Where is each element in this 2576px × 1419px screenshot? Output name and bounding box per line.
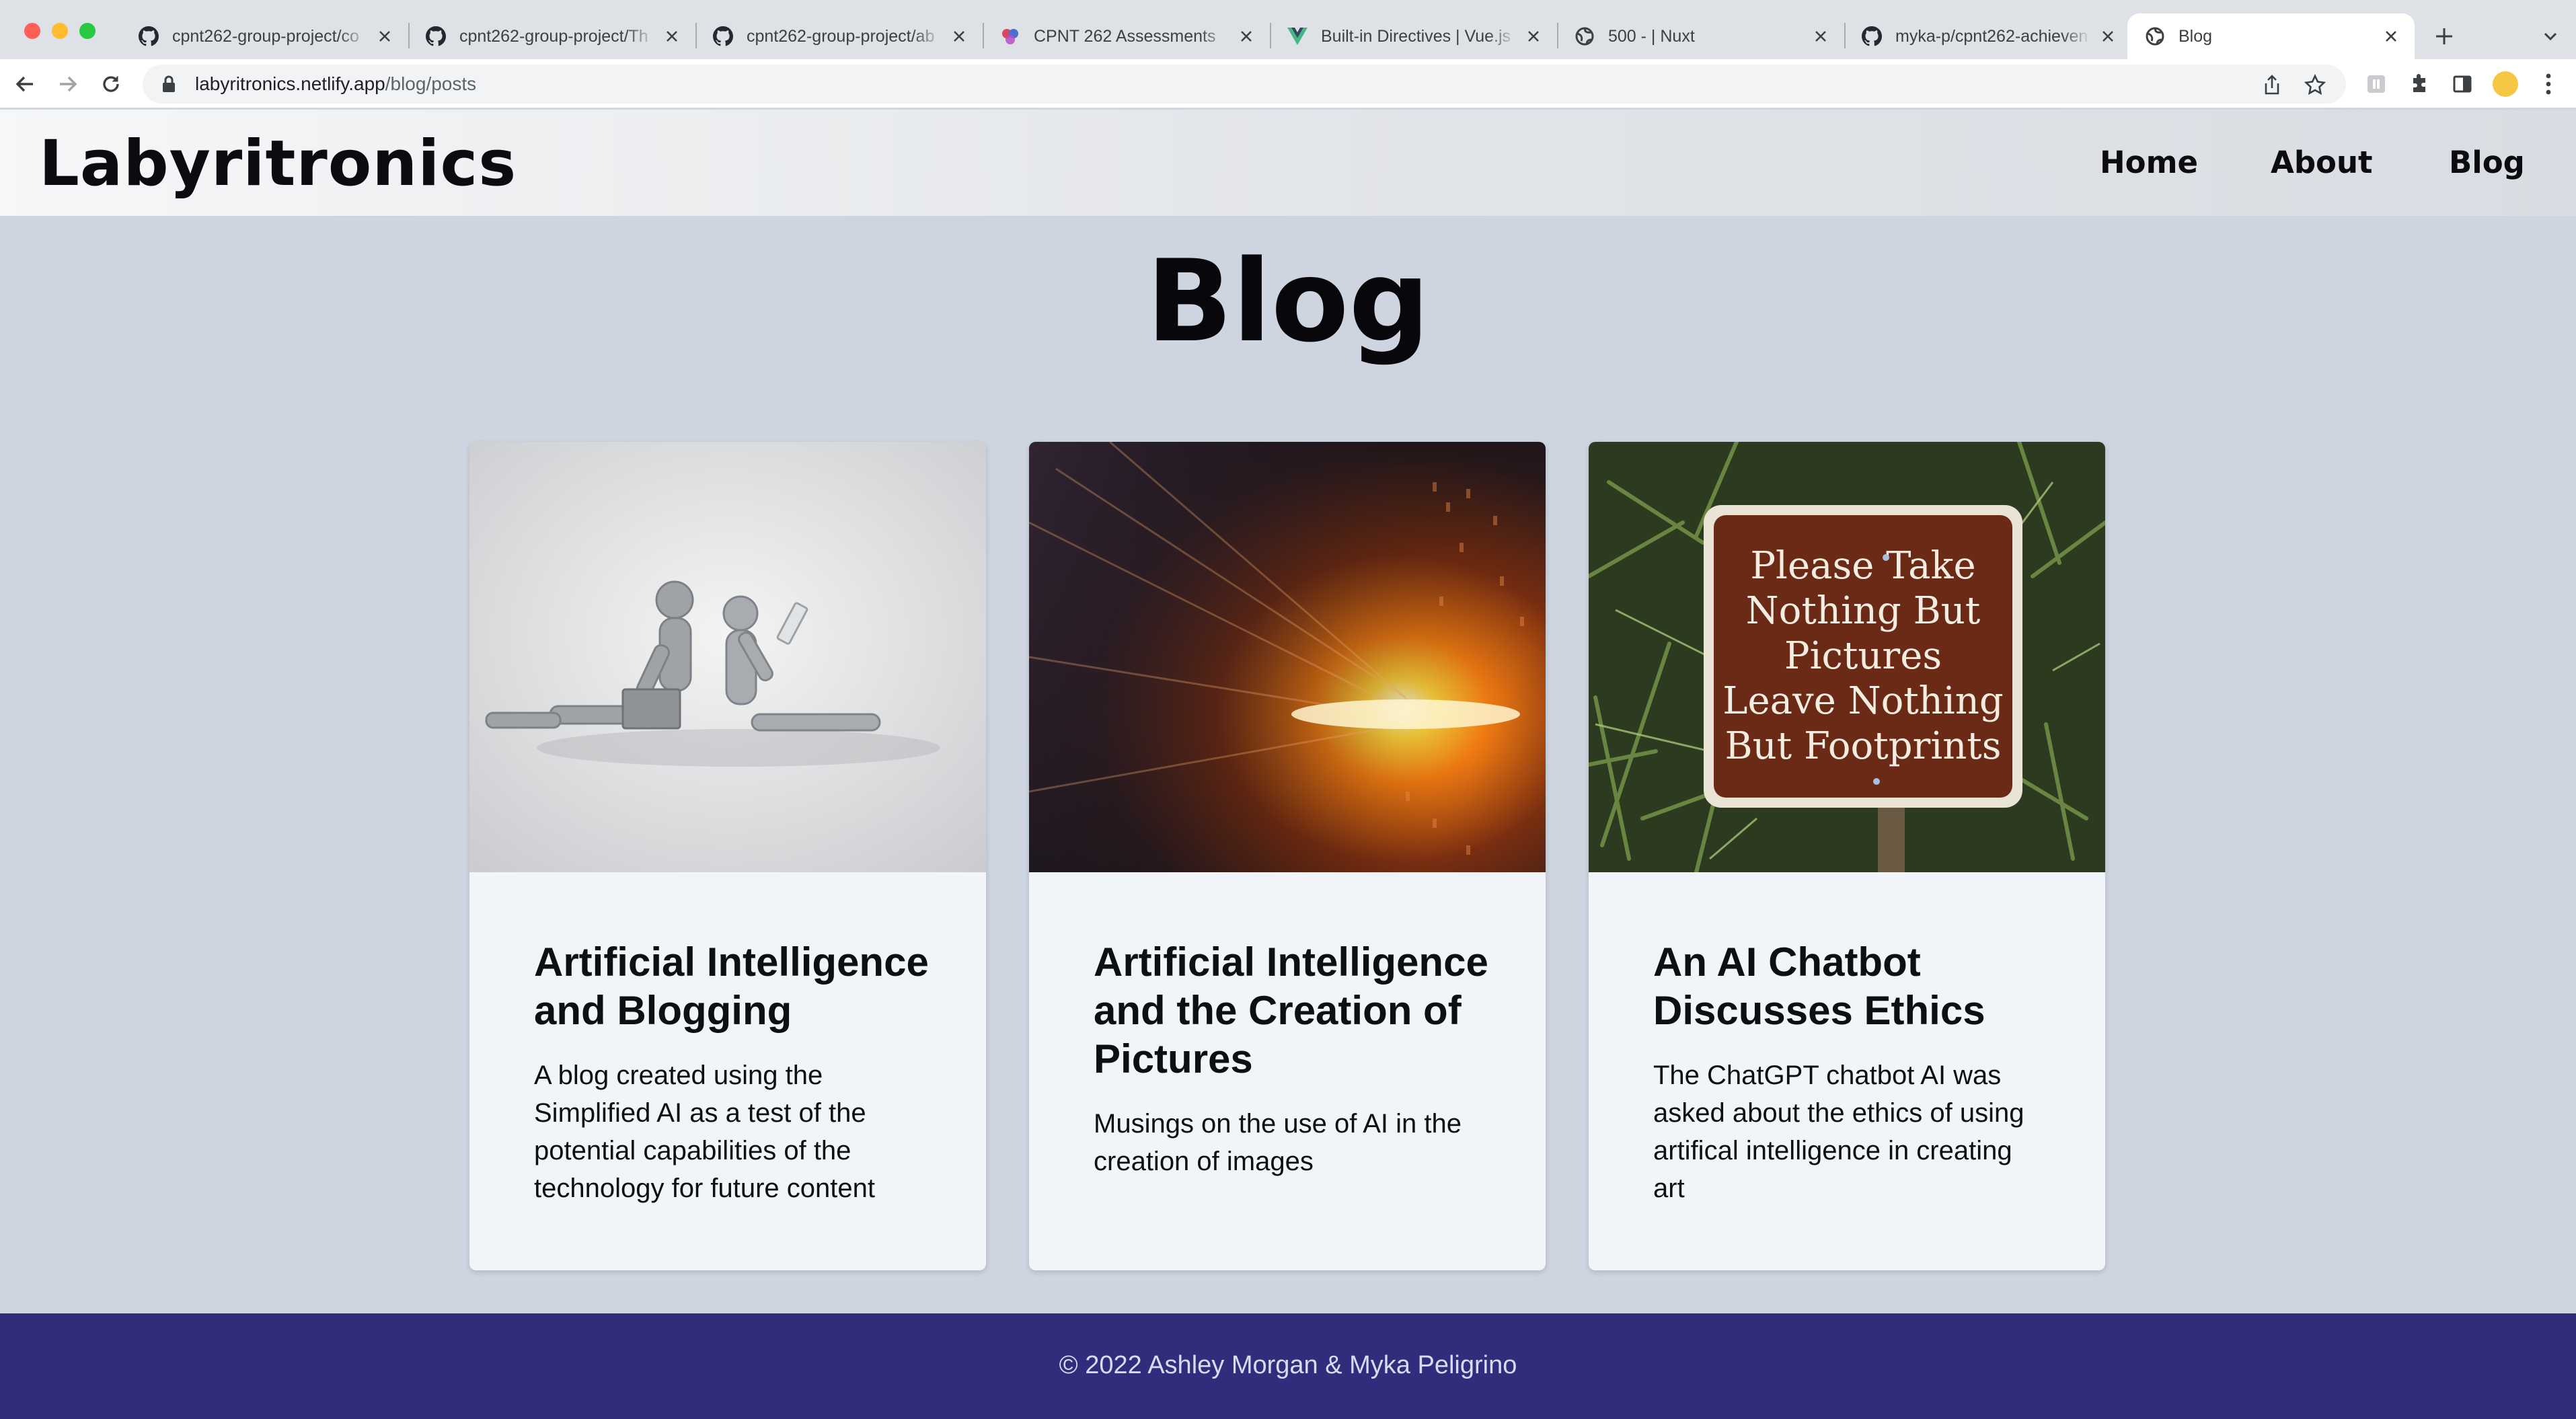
browser-tab[interactable]: cpnt262-group-project/Th: [408, 13, 695, 59]
close-tab-icon[interactable]: [662, 26, 682, 46]
copyright-text: © 2022 Ashley Morgan & Myka Peligrino: [1059, 1351, 1517, 1379]
browser-tab-strip: cpnt262-group-project/co cpnt262-group-p…: [0, 0, 2576, 59]
url-path: /blog/posts: [385, 73, 477, 94]
browser-tab[interactable]: cpnt262-group-project/ab: [695, 13, 983, 59]
post-image-robot-figurines[interactable]: [469, 442, 986, 872]
site-header: Labyritronics Home About Blog: [0, 110, 2576, 216]
github-icon: [1862, 26, 1882, 46]
sign-text-line: Nothing But: [1746, 589, 1981, 633]
post-image-park-sign[interactable]: Please Take Nothing But Pictures Leave N…: [1589, 442, 2105, 872]
forward-arrow-icon[interactable]: [52, 69, 83, 100]
assessments-icon: [1000, 26, 1020, 46]
tab-title: cpnt262-group-project/ab: [747, 26, 935, 46]
blog-post-card[interactable]: Artificial Intelligence and Blogging A b…: [469, 442, 986, 1270]
url-text: labyritronics.netlify.app/blog/posts: [195, 73, 476, 95]
blog-post-card[interactable]: Artificial Intelligence and the Creation…: [1029, 442, 1546, 1270]
post-title[interactable]: An AI Chatbot Discusses Ethics: [1653, 938, 2057, 1035]
site-logo[interactable]: Labyritronics: [39, 127, 517, 200]
nav-home[interactable]: Home: [2100, 145, 2198, 180]
new-tab-icon[interactable]: [2431, 23, 2458, 50]
close-tab-icon[interactable]: [1811, 26, 1831, 46]
github-icon: [426, 26, 446, 46]
post-title[interactable]: Artificial Intelligence and the Creation…: [1094, 938, 1497, 1083]
sign-text-line: Pictures: [1784, 634, 1942, 678]
close-window-button[interactable]: [24, 23, 40, 39]
post-image-light-burst[interactable]: [1029, 442, 1546, 872]
lock-icon[interactable]: [157, 73, 180, 95]
browser-tab[interactable]: Built-in Directives | Vue.js: [1270, 13, 1557, 59]
sign-text-line: Leave Nothing: [1722, 679, 2003, 723]
extension-icon[interactable]: [2361, 69, 2392, 100]
vue-icon: [1287, 26, 1308, 46]
github-icon: [139, 26, 159, 46]
close-tab-icon[interactable]: [375, 26, 395, 46]
reload-icon[interactable]: [96, 69, 126, 100]
side-panel-icon[interactable]: [2447, 69, 2478, 100]
browser-toolbar: labyritronics.netlify.app/blog/posts: [0, 59, 2576, 109]
browser-tab-active[interactable]: Blog: [2127, 13, 2415, 59]
browser-tab[interactable]: cpnt262-group-project/co: [121, 13, 408, 59]
tab-title: Blog: [2179, 26, 2213, 46]
tab-title: cpnt262-group-project/Th: [459, 26, 648, 46]
globe-icon: [1575, 26, 1595, 46]
browser-tab[interactable]: myka-p/cpnt262-achieven: [1844, 13, 2131, 59]
puzzle-extensions-icon[interactable]: [2404, 69, 2435, 100]
blog-post-card[interactable]: Please Take Nothing But Pictures Leave N…: [1589, 442, 2105, 1270]
close-tab-icon[interactable]: [1523, 26, 1544, 46]
site-footer: © 2022 Ashley Morgan & Myka Peligrino: [0, 1313, 2576, 1419]
browser-tab[interactable]: CPNT 262 Assessments: [983, 13, 1270, 59]
zoom-window-button[interactable]: [79, 23, 96, 39]
post-excerpt: A blog created using the Simplified AI a…: [534, 1061, 875, 1203]
github-icon: [713, 26, 733, 46]
nav-about[interactable]: About: [2271, 145, 2373, 180]
share-icon[interactable]: [2259, 71, 2285, 98]
tab-title: 500 - | Nuxt: [1608, 26, 1695, 46]
minimize-window-button[interactable]: [52, 23, 68, 39]
back-arrow-icon[interactable]: [9, 69, 40, 100]
close-tab-icon[interactable]: [2098, 26, 2118, 46]
post-excerpt: Musings on the use of AI in the creation…: [1094, 1109, 1462, 1176]
sign-text-line: But Footprints: [1725, 724, 2001, 768]
close-tab-icon[interactable]: [2381, 26, 2401, 46]
page-title: Blog: [1146, 235, 1430, 367]
tab-title: Built-in Directives | Vue.js: [1321, 26, 1511, 46]
tab-title: cpnt262-group-project/co: [172, 26, 359, 46]
browser-menu-icon[interactable]: [2533, 69, 2564, 100]
profile-avatar[interactable]: [2490, 69, 2521, 100]
sign-text-line: Please Take: [1750, 544, 1975, 588]
close-tab-icon[interactable]: [949, 26, 969, 46]
browser-tab[interactable]: 500 - | Nuxt: [1557, 13, 1844, 59]
close-tab-icon[interactable]: [1236, 26, 1256, 46]
address-bar[interactable]: labyritronics.netlify.app/blog/posts: [143, 65, 2346, 104]
url-host: labyritronics.netlify.app: [195, 73, 385, 94]
tab-search-chevron-icon[interactable]: [2538, 24, 2563, 48]
tab-title: myka-p/cpnt262-achieven: [1895, 26, 2088, 46]
tab-title: CPNT 262 Assessments: [1034, 26, 1216, 46]
globe-icon: [2145, 26, 2165, 46]
post-title[interactable]: Artificial Intelligence and Blogging: [534, 938, 938, 1035]
bookmark-star-icon[interactable]: [2302, 71, 2328, 98]
nav-blog[interactable]: Blog: [2449, 145, 2525, 180]
post-excerpt: The ChatGPT chatbot AI was asked about t…: [1653, 1061, 2024, 1203]
